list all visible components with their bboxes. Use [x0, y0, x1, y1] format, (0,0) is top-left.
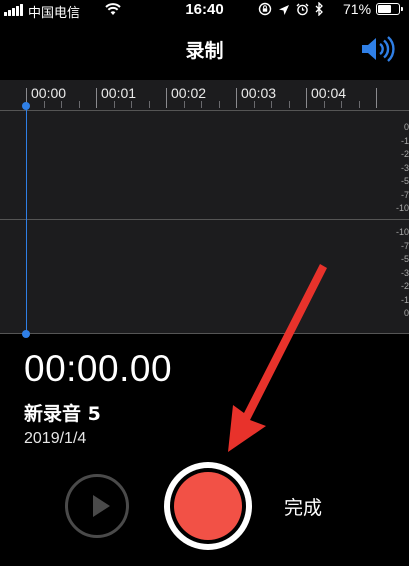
db-scale-label: -10 — [395, 227, 409, 237]
db-scale-label: -1 — [400, 294, 409, 305]
battery-percentage: 71% — [343, 1, 372, 17]
bluetooth-icon — [315, 1, 324, 19]
timeline-major-tick — [236, 88, 237, 108]
timeline-minor-tick — [43, 101, 45, 108]
timeline-major-tick — [376, 88, 377, 108]
timeline-minor-tick — [323, 101, 325, 108]
timeline-minor-tick — [218, 101, 220, 108]
location-icon — [278, 3, 290, 19]
db-scale-label: -5 — [400, 254, 409, 264]
timeline-label: 00:04 — [311, 85, 347, 101]
status-bar: 中国电信 16:40 71% — [0, 0, 409, 21]
speaker-icon[interactable] — [356, 34, 396, 69]
db-scale-lower: -10 -7 -5 -3 -2 -1 0 — [395, 226, 409, 321]
db-scale-label: 0 — [403, 122, 409, 132]
timeline-minor-tick — [148, 101, 150, 108]
waveform-top-border — [0, 110, 409, 111]
timeline-label: 00:01 — [101, 85, 137, 101]
record-button[interactable] — [164, 462, 252, 550]
timeline-minor-tick — [341, 101, 342, 108]
timeline-minor-tick — [131, 101, 132, 108]
db-scale-label: -2 — [400, 281, 409, 291]
timeline-label: 00:00 — [31, 85, 67, 101]
db-scale-upper: 0 -1 -2 -3 -5 -7 -10 — [395, 121, 409, 216]
timeline-major-tick — [96, 88, 97, 108]
timeline-minor-tick — [113, 101, 115, 108]
timeline-minor-tick — [253, 101, 255, 108]
recording-name[interactable]: 新录音 5 — [24, 399, 101, 426]
elapsed-time: 00:00.00 — [24, 348, 173, 389]
done-button[interactable]: 完成 — [284, 493, 322, 520]
db-scale-label: -3 — [400, 267, 409, 278]
db-scale-label: -5 — [400, 176, 409, 186]
timeline-minor-tick — [78, 101, 80, 108]
play-icon — [93, 495, 110, 517]
page-title: 录制 — [185, 40, 224, 62]
playhead-bottom-handle[interactable] — [22, 330, 30, 338]
playhead[interactable] — [26, 106, 27, 334]
waveform-center-line — [0, 219, 409, 220]
wifi-icon — [104, 2, 122, 19]
waveform-bottom-border — [0, 333, 409, 334]
timeline-minor-tick — [288, 101, 290, 108]
db-scale-label: -1 — [400, 135, 409, 146]
orientation-lock-icon — [258, 2, 272, 19]
db-scale-label: -7 — [400, 189, 409, 200]
battery-icon — [376, 3, 403, 15]
playhead-top-handle[interactable] — [22, 102, 30, 110]
timeline-minor-tick — [271, 101, 272, 108]
waveform-area[interactable]: 0 -1 -2 -3 -5 -7 -10 -10 -7 -5 -3 -2 -1 0 — [0, 110, 409, 334]
play-button[interactable] — [65, 474, 129, 538]
db-scale-label: -7 — [400, 240, 409, 251]
db-scale-label: 0 — [403, 308, 409, 318]
db-scale-label: -10 — [395, 203, 409, 213]
timeline-minor-tick — [61, 101, 62, 108]
timeline-ruler[interactable]: 00:00 00:01 00:02 00:03 00:04 — [0, 80, 409, 110]
db-scale-label: -2 — [400, 149, 409, 159]
timeline-minor-tick — [358, 101, 360, 108]
timeline-minor-tick — [201, 101, 202, 108]
timeline-major-tick — [306, 88, 307, 108]
timeline-label: 00:02 — [171, 85, 207, 101]
timeline-label: 00:03 — [241, 85, 277, 101]
alarm-icon — [296, 3, 309, 19]
timeline-minor-tick — [183, 101, 185, 108]
timeline-major-tick — [166, 88, 167, 108]
record-icon — [174, 472, 242, 540]
db-scale-label: -3 — [400, 162, 409, 173]
signal-strength-icon — [4, 4, 23, 16]
recording-date: 2019/1/4 — [24, 430, 87, 447]
carrier-name: 中国电信 — [28, 6, 81, 21]
